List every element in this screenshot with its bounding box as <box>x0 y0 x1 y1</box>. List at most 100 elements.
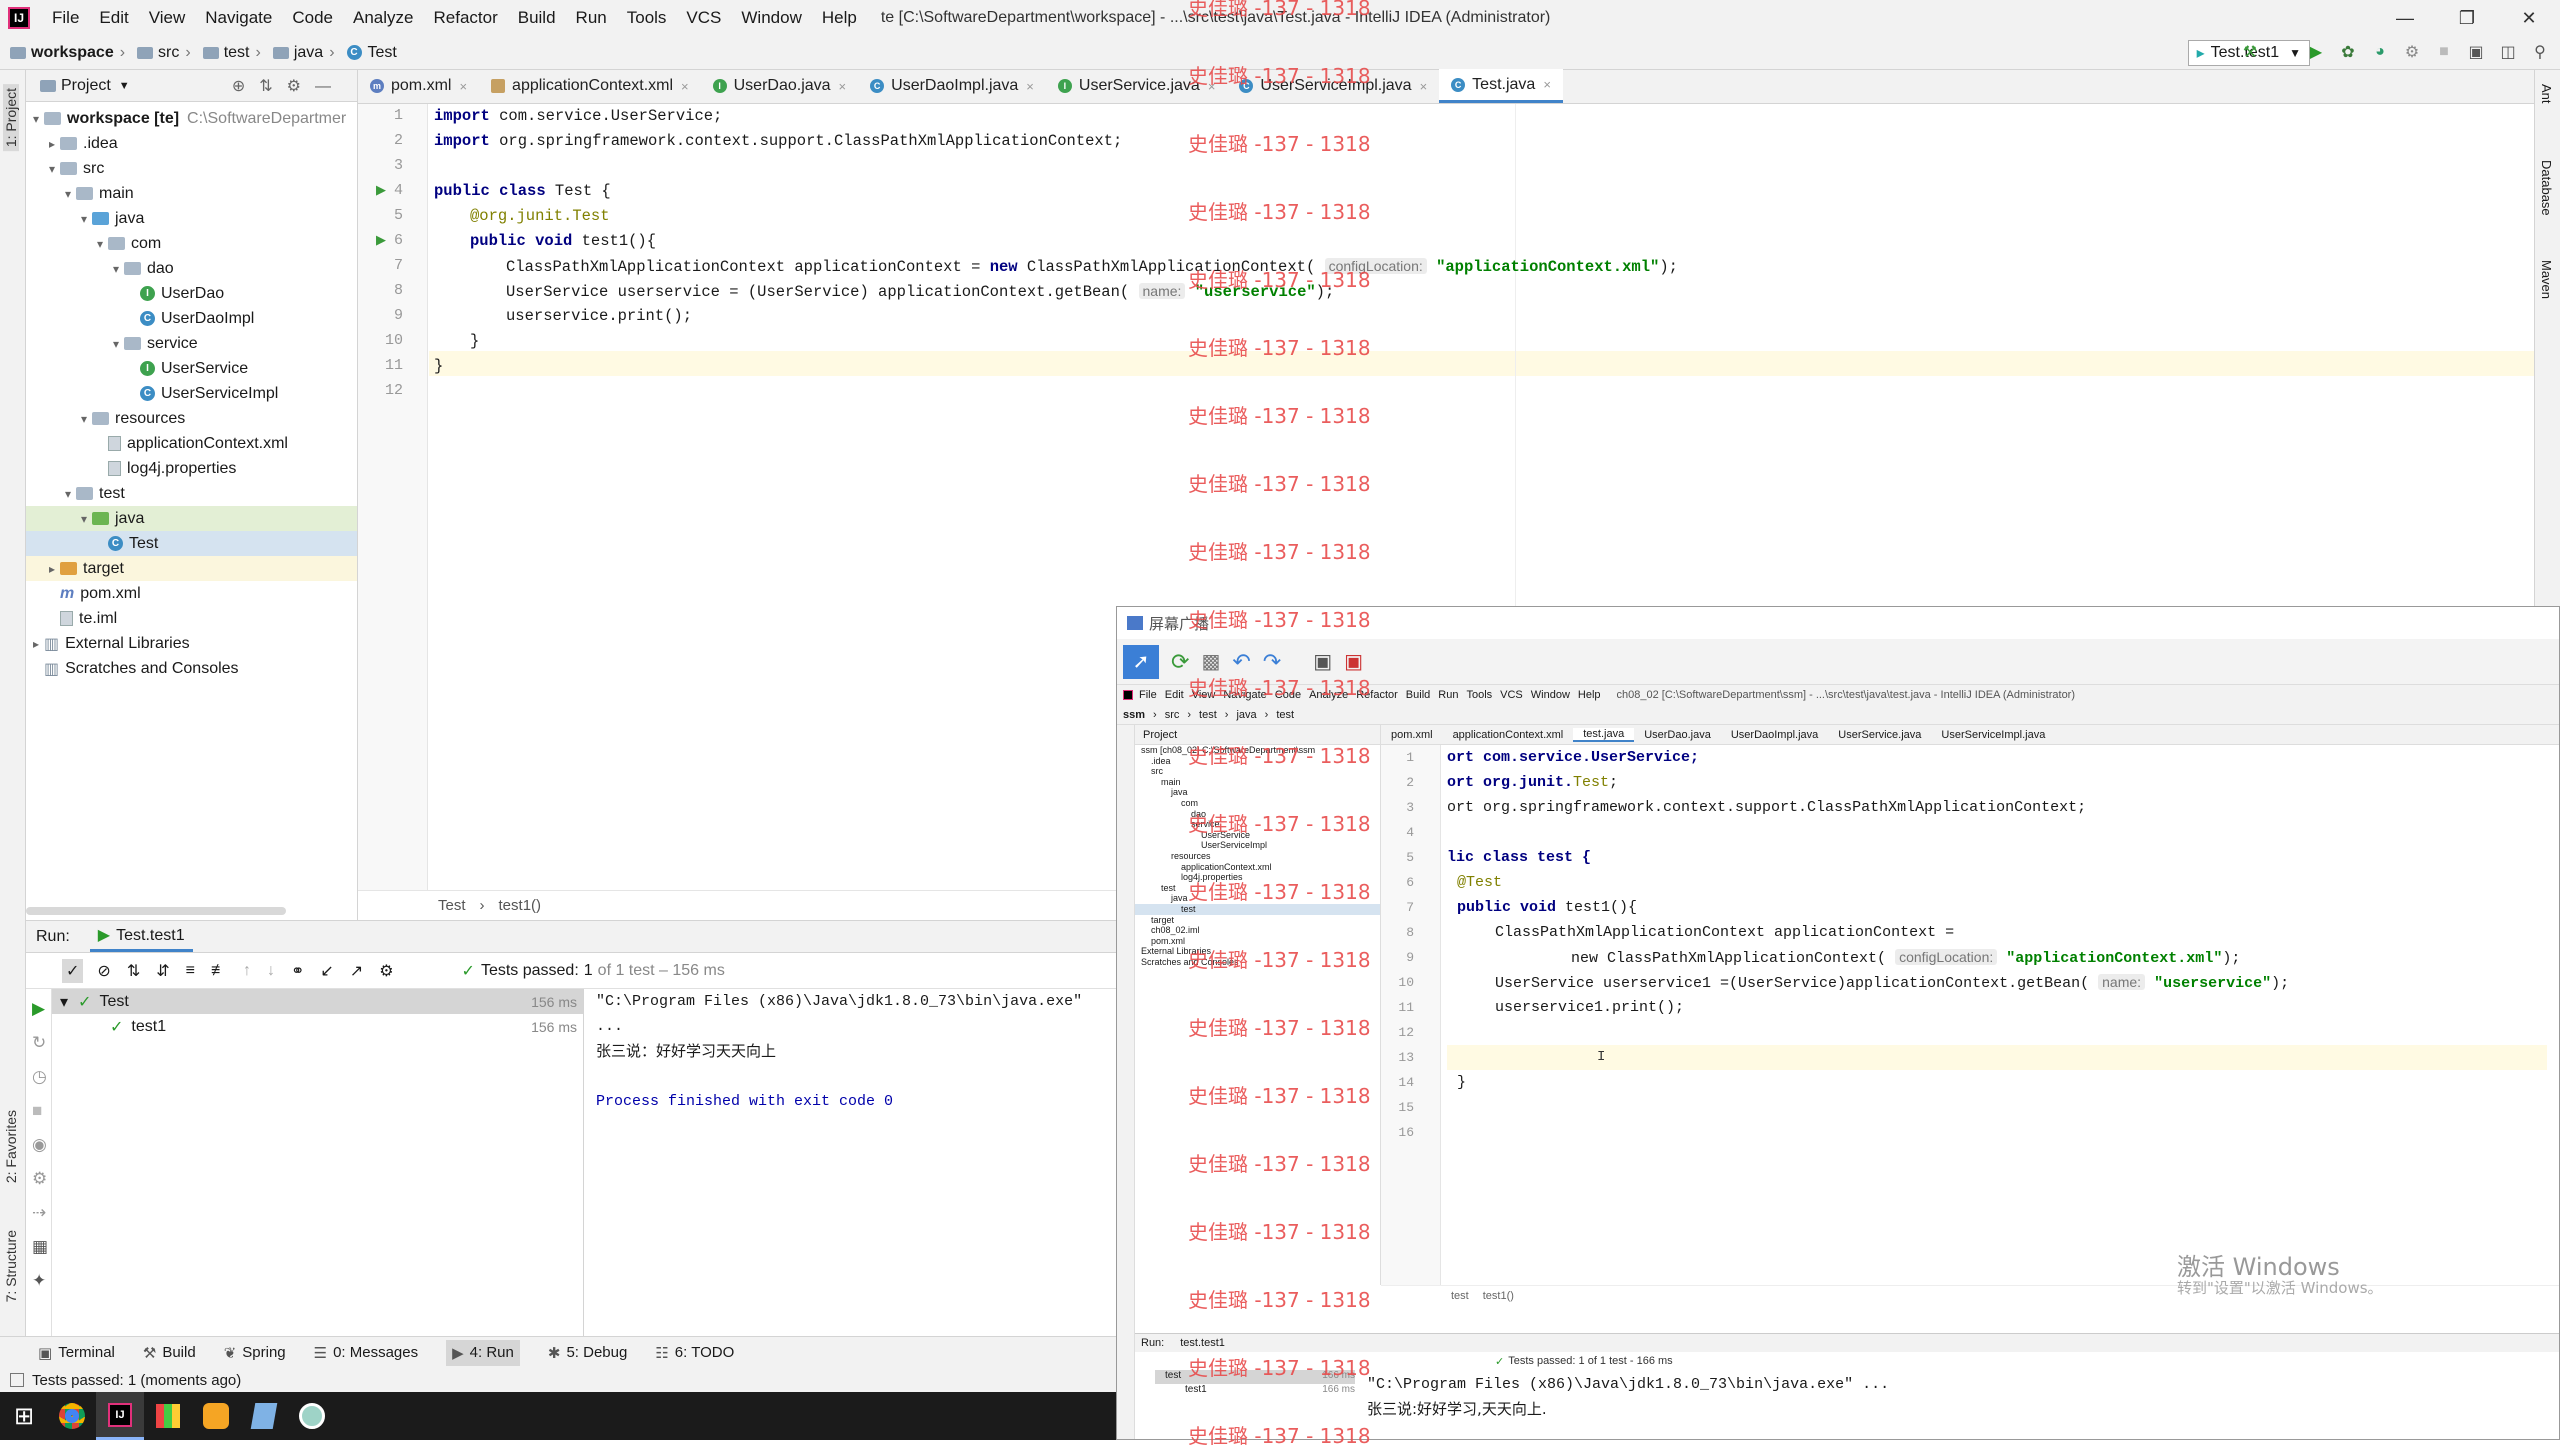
run-tab[interactable]: ▶ Test.test1 <box>89 921 193 952</box>
test-tree-item[interactable]: ✓ test1 156 ms <box>52 1014 583 1039</box>
tree-item[interactable]: ▾ workspace [te] C:\SoftwareDepartmer <box>26 106 357 131</box>
sort-alpha-icon[interactable]: ⇅ <box>127 961 140 981</box>
menu-vcs[interactable]: VCS <box>676 0 731 36</box>
status-toggle-icon[interactable] <box>10 1373 24 1387</box>
broadcast-icon[interactable] <box>288 1392 336 1440</box>
run-icon[interactable]: ▶ <box>2306 42 2326 62</box>
expand-all-icon[interactable]: ≡ <box>186 962 195 980</box>
editor-tab[interactable]: applicationContext.xml × <box>479 69 701 103</box>
breadcrumb-method[interactable]: test1() <box>499 897 542 914</box>
undo-icon[interactable]: ↶ <box>1232 649 1250 675</box>
editor-tab[interactable]: C Test.java × <box>1439 69 1563 103</box>
tree-item[interactable]: ▸ target <box>26 556 357 581</box>
stop-run-icon[interactable]: ■ <box>32 1101 51 1121</box>
restore-icon[interactable]: ❐ <box>2436 0 2498 36</box>
tool-window-debug[interactable]: ✱ 5: Debug <box>548 1344 627 1362</box>
tree-item[interactable]: C UserServiceImpl <box>26 381 357 406</box>
tree-item[interactable]: log4j.properties <box>26 456 357 481</box>
chevron-down-icon[interactable]: ▾ <box>44 162 60 176</box>
tree-item[interactable]: ▸ .idea <box>26 131 357 156</box>
test-history-icon[interactable]: ⚭ <box>291 961 304 981</box>
collapse-all-icon[interactable]: ≢ <box>211 962 227 980</box>
chevron-down-icon[interactable]: ▾ <box>76 212 92 226</box>
app-grid-icon[interactable] <box>144 1392 192 1440</box>
coverage-icon[interactable]: ◕ <box>2370 42 2390 62</box>
close-tab-icon[interactable]: × <box>1026 79 1034 94</box>
tree-item[interactable]: ▸ ▥ External Libraries <box>26 631 357 656</box>
toggle-autotest-icon[interactable]: ◷ <box>32 1067 51 1087</box>
profile-icon[interactable]: ⚙ <box>2402 42 2422 62</box>
editor-tab[interactable]: C UserDaoImpl.java × <box>858 69 1046 103</box>
prev-test-icon[interactable]: ↑ <box>243 962 251 980</box>
menu-help[interactable]: Help <box>812 0 867 36</box>
chevron-right-icon[interactable]: ▸ <box>28 637 44 651</box>
dump-threads-icon[interactable]: ⚙ <box>32 1169 51 1189</box>
menu-code[interactable]: Code <box>282 0 343 36</box>
close-tab-icon[interactable]: × <box>459 79 467 94</box>
pointer-tool-icon[interactable]: ➚ <box>1123 644 1159 679</box>
chevron-right-icon[interactable]: ▸ <box>44 137 60 151</box>
app-orange-icon[interactable] <box>192 1392 240 1440</box>
tool-window-terminal[interactable]: ▣ Terminal <box>38 1344 115 1362</box>
test-tree-item[interactable]: ▾ ✓ Test 156 ms <box>52 989 583 1014</box>
screen-icon[interactable]: ▩ <box>1201 649 1220 674</box>
search-icon[interactable]: ⚲ <box>2530 42 2550 62</box>
next-test-icon[interactable]: ↓ <box>267 962 275 980</box>
tree-item[interactable]: ▾ resources <box>26 406 357 431</box>
import-tests-icon[interactable]: ↙ <box>320 961 333 981</box>
tree-item[interactable]: I UserService <box>26 356 357 381</box>
panel-tool-icons[interactable]: ⊕⇅⚙— <box>232 76 345 96</box>
favorites-tool-label[interactable]: 2: Favorites <box>3 1110 19 1183</box>
close-tab-icon[interactable]: × <box>681 79 689 94</box>
windows-start-icon[interactable]: ⊞ <box>0 1392 48 1440</box>
tree-item[interactable]: ▾ service <box>26 331 357 356</box>
tree-item[interactable]: C UserDaoImpl <box>26 306 357 331</box>
exit-broadcast-icon[interactable]: ▣ <box>1344 649 1363 674</box>
menu-file[interactable]: File <box>42 0 89 36</box>
menu-tools[interactable]: Tools <box>617 0 677 36</box>
tree-item[interactable]: te.iml <box>26 606 357 631</box>
tree-item[interactable]: ▾ src <box>26 156 357 181</box>
tool-window-spring[interactable]: ❦ Spring <box>224 1344 286 1362</box>
chevron-down-icon[interactable]: ▾ <box>76 512 92 526</box>
chevron-down-icon[interactable]: ▾ <box>60 487 76 501</box>
chevron-down-icon[interactable]: ▾ <box>92 237 108 251</box>
snapshot-icon[interactable]: ◉ <box>32 1135 51 1155</box>
chevron-down-icon[interactable]: ▾ <box>108 262 124 276</box>
project-tool-label[interactable]: 1: Project <box>3 84 19 152</box>
tree-item[interactable]: applicationContext.xml <box>26 431 357 456</box>
tree-item[interactable]: m pom.xml <box>26 581 357 606</box>
notes-icon[interactable] <box>240 1392 288 1440</box>
chevron-down-icon[interactable]: ▾ <box>60 992 68 1012</box>
breadcrumb-item[interactable]: java › <box>272 44 341 62</box>
menu-refactor[interactable]: Refactor <box>423 0 507 36</box>
maven-tool-label[interactable]: Maven <box>2539 260 2554 299</box>
menu-window[interactable]: Window <box>731 0 811 36</box>
breadcrumb-item[interactable]: test › <box>202 44 267 62</box>
project-structure-icon[interactable]: ▣ <box>2466 42 2486 62</box>
tree-item[interactable]: ▾ com <box>26 231 357 256</box>
tree-item[interactable]: ▾ java <box>26 506 357 531</box>
editor-tab[interactable]: I UserDao.java × <box>701 69 859 103</box>
tool-window-todo[interactable]: ☷ 6: TODO <box>655 1344 734 1362</box>
console-output[interactable]: "C:\Program Files (x86)\Java\jdk1.8.0_73… <box>596 989 1116 1339</box>
exit-icon[interactable]: ⇢ <box>32 1203 51 1223</box>
rerun-icon[interactable]: ▶ <box>32 999 51 1019</box>
tree-item[interactable]: C Test <box>26 531 357 556</box>
refresh-icon[interactable]: ⟳ <box>1171 649 1189 675</box>
layout-icon[interactable]: ▦ <box>32 1237 51 1257</box>
chevron-down-icon[interactable]: ▾ <box>76 412 92 426</box>
horizontal-scrollbar[interactable] <box>26 907 286 915</box>
menu-run[interactable]: Run <box>566 0 617 36</box>
minimize-icon[interactable]: — <box>2374 0 2436 36</box>
project-view-label[interactable]: Project <box>61 77 111 95</box>
menu-edit[interactable]: Edit <box>89 0 138 36</box>
chevron-down-icon[interactable]: ▼ <box>119 80 130 92</box>
editor-tab[interactable]: m pom.xml × <box>358 69 479 103</box>
close-tab-icon[interactable]: × <box>1543 77 1551 92</box>
redo-icon[interactable]: ↷ <box>1263 649 1281 675</box>
tree-item[interactable]: ▥ Scratches and Consoles <box>26 656 357 681</box>
breadcrumb-class[interactable]: Test <box>438 897 466 914</box>
menu-navigate[interactable]: Navigate <box>195 0 282 36</box>
tree-item[interactable]: ▾ test <box>26 481 357 506</box>
